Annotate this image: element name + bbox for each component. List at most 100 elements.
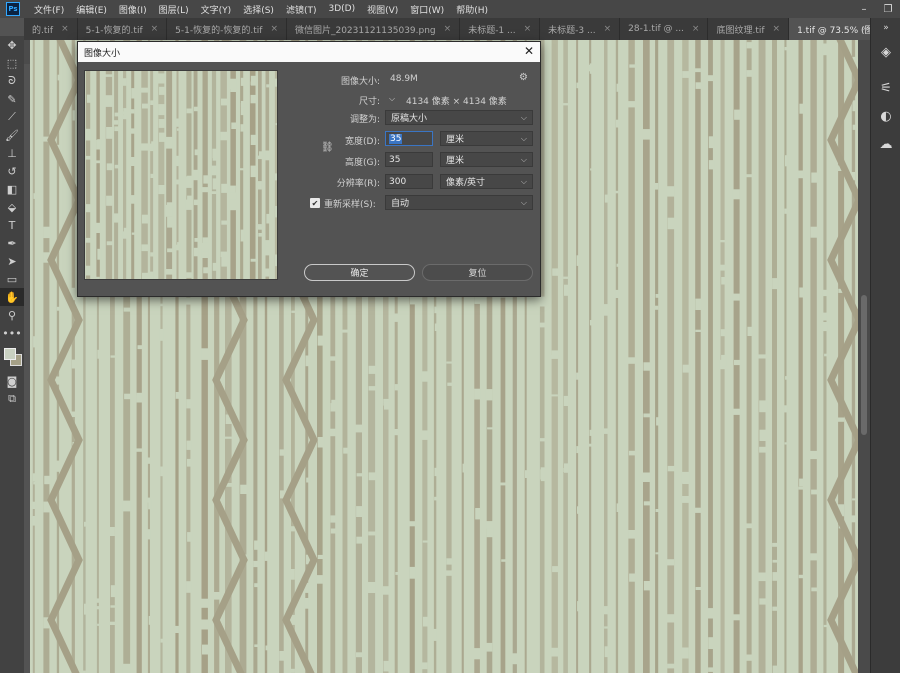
menu-layer[interactable]: 图层(L) bbox=[153, 3, 195, 16]
rectangle-tool-icon[interactable]: ▭ bbox=[0, 270, 24, 288]
grain-gap bbox=[421, 371, 428, 382]
grain-gap bbox=[113, 213, 119, 223]
grain-gap bbox=[695, 298, 702, 310]
move-tool-icon[interactable]: ✥ bbox=[0, 36, 24, 54]
close-icon[interactable]: ✕ bbox=[524, 44, 534, 58]
scrollbar-thumb[interactable] bbox=[861, 295, 867, 435]
close-icon[interactable]: × bbox=[444, 24, 452, 34]
menu-select[interactable]: 选择(S) bbox=[237, 3, 280, 16]
eyedropper-tool-icon[interactable]: ⟋ bbox=[0, 108, 24, 126]
close-icon[interactable]: × bbox=[773, 24, 781, 34]
eraser-tool-icon[interactable]: ◧ bbox=[0, 180, 24, 198]
lasso-tool-icon[interactable]: ᘐ bbox=[0, 72, 24, 90]
tab-document-8[interactable]: 底图纹理.tif × bbox=[708, 18, 790, 40]
menu-edit[interactable]: 编辑(E) bbox=[70, 3, 113, 16]
height-label: 高度(G): bbox=[344, 158, 380, 168]
screen-mode-icon[interactable]: ⧉ bbox=[0, 390, 24, 408]
bucket-tool-icon[interactable]: ⬙ bbox=[0, 198, 24, 216]
grain-gap bbox=[798, 170, 804, 179]
close-icon[interactable]: × bbox=[151, 24, 159, 34]
tab-document-6[interactable]: 未标题-3 ... × bbox=[540, 18, 621, 40]
type-tool-icon[interactable]: T bbox=[0, 216, 24, 234]
tab-document-2[interactable]: 5-1-恢复的.tif × bbox=[78, 18, 168, 40]
fit-to-select[interactable]: 原稿大小 ⌵ bbox=[385, 110, 533, 125]
resolution-input[interactable]: 300 bbox=[385, 174, 433, 189]
gear-icon[interactable]: ⚙ bbox=[519, 72, 528, 83]
layers-icon[interactable]: ◈ bbox=[871, 38, 900, 66]
grain-gap bbox=[627, 101, 635, 108]
menu-image[interactable]: 图像(I) bbox=[113, 3, 153, 16]
grain-gap bbox=[485, 389, 493, 401]
grain-gap bbox=[147, 457, 151, 464]
zoom-tool-icon[interactable]: ⚲ bbox=[0, 306, 24, 324]
tab-document-1[interactable]: 的.tif × bbox=[24, 18, 78, 40]
grain-gap bbox=[291, 310, 297, 313]
ok-button[interactable]: 确定 bbox=[304, 264, 415, 281]
width-unit-select[interactable]: 厘米 ⌵ bbox=[440, 131, 533, 146]
grain-gap bbox=[798, 574, 805, 579]
menu-view[interactable]: 视图(V) bbox=[361, 3, 404, 16]
brush-tool-icon[interactable]: 🖌 bbox=[0, 126, 24, 144]
quick-mask-icon[interactable]: ◙ bbox=[0, 372, 24, 390]
grain-stripe bbox=[131, 71, 135, 279]
stamp-tool-icon[interactable]: ⊥ bbox=[0, 144, 24, 162]
grain-gap bbox=[229, 199, 236, 211]
more-tools-icon[interactable]: ••• bbox=[0, 324, 24, 342]
grain-gap bbox=[852, 100, 857, 112]
reset-button[interactable]: 复位 bbox=[422, 264, 533, 281]
grain-gap bbox=[811, 489, 819, 495]
quick-select-tool-icon[interactable]: ✎ bbox=[0, 90, 24, 108]
pen-tool-icon[interactable]: ✒ bbox=[0, 234, 24, 252]
grain-gap bbox=[422, 616, 429, 627]
creative-cloud-icon[interactable]: ☁ bbox=[871, 130, 900, 158]
close-icon[interactable]: × bbox=[270, 24, 278, 34]
close-icon[interactable]: × bbox=[604, 24, 612, 34]
grain-gap bbox=[589, 320, 593, 326]
width-input[interactable]: 35 bbox=[385, 131, 433, 146]
grain-gap bbox=[759, 400, 768, 413]
resample-checkbox[interactable]: ✔ bbox=[310, 198, 320, 208]
menu-filter[interactable]: 滤镜(T) bbox=[280, 3, 323, 16]
menu-type[interactable]: 文字(Y) bbox=[195, 3, 238, 16]
close-icon[interactable]: × bbox=[61, 24, 69, 34]
grain-gap bbox=[84, 603, 88, 615]
resample-select[interactable]: 自动 ⌵ bbox=[385, 195, 533, 210]
grain-gap bbox=[486, 527, 494, 538]
restore-icon[interactable]: ❐ bbox=[876, 0, 900, 18]
grain-gap bbox=[367, 582, 376, 593]
grain-gap bbox=[410, 296, 417, 305]
tab-document-7[interactable]: 28-1.tif @ ... × bbox=[620, 18, 709, 40]
chevron-down-icon[interactable]: ⌵ bbox=[389, 94, 395, 104]
tab-document-5[interactable]: 未标题-1 ... × bbox=[460, 18, 541, 40]
close-icon[interactable]: × bbox=[524, 24, 532, 34]
adjustments-icon[interactable]: ◐ bbox=[871, 102, 900, 130]
close-icon[interactable]: × bbox=[692, 24, 700, 34]
tab-document-3[interactable]: 5-1-恢复的-恢复的.tif × bbox=[167, 18, 287, 40]
grain-gap bbox=[56, 306, 61, 311]
hand-tool-icon[interactable]: ✋ bbox=[0, 288, 24, 306]
grain-gap bbox=[193, 199, 199, 206]
menu-help[interactable]: 帮助(H) bbox=[450, 3, 494, 16]
height-input[interactable]: 35 bbox=[385, 152, 433, 167]
grain-gap bbox=[852, 498, 857, 501]
marquee-tool-icon[interactable]: ⬚ bbox=[0, 54, 24, 72]
menu-file[interactable]: 文件(F) bbox=[28, 3, 70, 16]
foreground-color-swatch[interactable] bbox=[4, 348, 16, 360]
minimize-icon[interactable]: – bbox=[852, 0, 876, 18]
path-select-tool-icon[interactable]: ➤ bbox=[0, 252, 24, 270]
menu-window[interactable]: 窗口(W) bbox=[404, 3, 450, 16]
resolution-unit-select[interactable]: 像素/英寸 ⌵ bbox=[440, 174, 533, 189]
color-swatches[interactable] bbox=[0, 342, 24, 372]
grain-gap bbox=[643, 581, 652, 591]
height-unit-select[interactable]: 厘米 ⌵ bbox=[440, 152, 533, 167]
image-preview[interactable] bbox=[84, 70, 278, 280]
collapse-panels-icon[interactable]: » bbox=[871, 18, 900, 38]
grain-gap bbox=[150, 173, 155, 178]
tab-document-4[interactable]: 微信图片_20231121135039.png × bbox=[287, 18, 461, 40]
menu-3d[interactable]: 3D(D) bbox=[322, 4, 361, 14]
vertical-scrollbar[interactable] bbox=[858, 40, 870, 673]
dialog-title-bar[interactable]: 图像大小 ✕ bbox=[78, 42, 540, 62]
history-brush-icon[interactable]: ↺ bbox=[0, 162, 24, 180]
grain-gap bbox=[643, 413, 652, 418]
properties-icon[interactable]: ⚟ bbox=[871, 74, 900, 102]
